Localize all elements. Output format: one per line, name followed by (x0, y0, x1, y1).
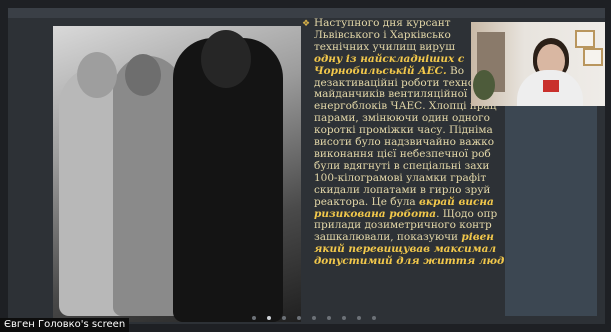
wall-frame (575, 30, 595, 48)
presenter-video-thumbnail[interactable] (471, 22, 605, 106)
text-fragment: . Щодо опр (436, 207, 498, 220)
diamond-bullet-icon: ❖ (302, 19, 311, 29)
text-fragment: зашкалювали, показуючи (314, 231, 462, 244)
slide-pager (252, 316, 376, 320)
highlight-text: Чорнобильській АЕС. (314, 64, 447, 77)
highlight-text: рівен (461, 231, 494, 244)
pager-dot[interactable] (327, 316, 331, 320)
photo-head-middle (125, 54, 161, 96)
pager-dot[interactable] (342, 316, 346, 320)
screen-share-label: Євген Головко's screen (0, 318, 130, 332)
photo-head-right (201, 30, 251, 88)
slide-side-panel (505, 104, 597, 316)
photo-head-left (77, 52, 117, 98)
text-line: були вдягнуті в спеціальні захи (314, 159, 490, 172)
pager-dot[interactable] (312, 316, 316, 320)
presenter-shirt (543, 80, 559, 92)
pager-dot[interactable] (267, 316, 271, 320)
shared-screen: ❖ Наступного дня курсант Львівського і Х… (8, 8, 605, 324)
text-line: 100-кілограмові уламки графіт (314, 171, 487, 184)
highlight-text: вкрай висна (419, 195, 494, 208)
highlight-line: допустимий для життя люд (314, 255, 505, 268)
pager-dot[interactable] (282, 316, 286, 320)
text-fragment: Во (446, 64, 465, 77)
pager-dot[interactable] (372, 316, 376, 320)
slide-top-strip (8, 8, 605, 18)
pager-dot[interactable] (357, 316, 361, 320)
pager-dot[interactable] (252, 316, 256, 320)
text-fragment: реактора. Це була (314, 195, 420, 208)
wall-frame (583, 48, 603, 66)
background-plant (473, 70, 495, 100)
pager-dot[interactable] (297, 316, 301, 320)
slide-photo (53, 26, 301, 322)
highlight-text: ризикована робота (314, 207, 437, 220)
